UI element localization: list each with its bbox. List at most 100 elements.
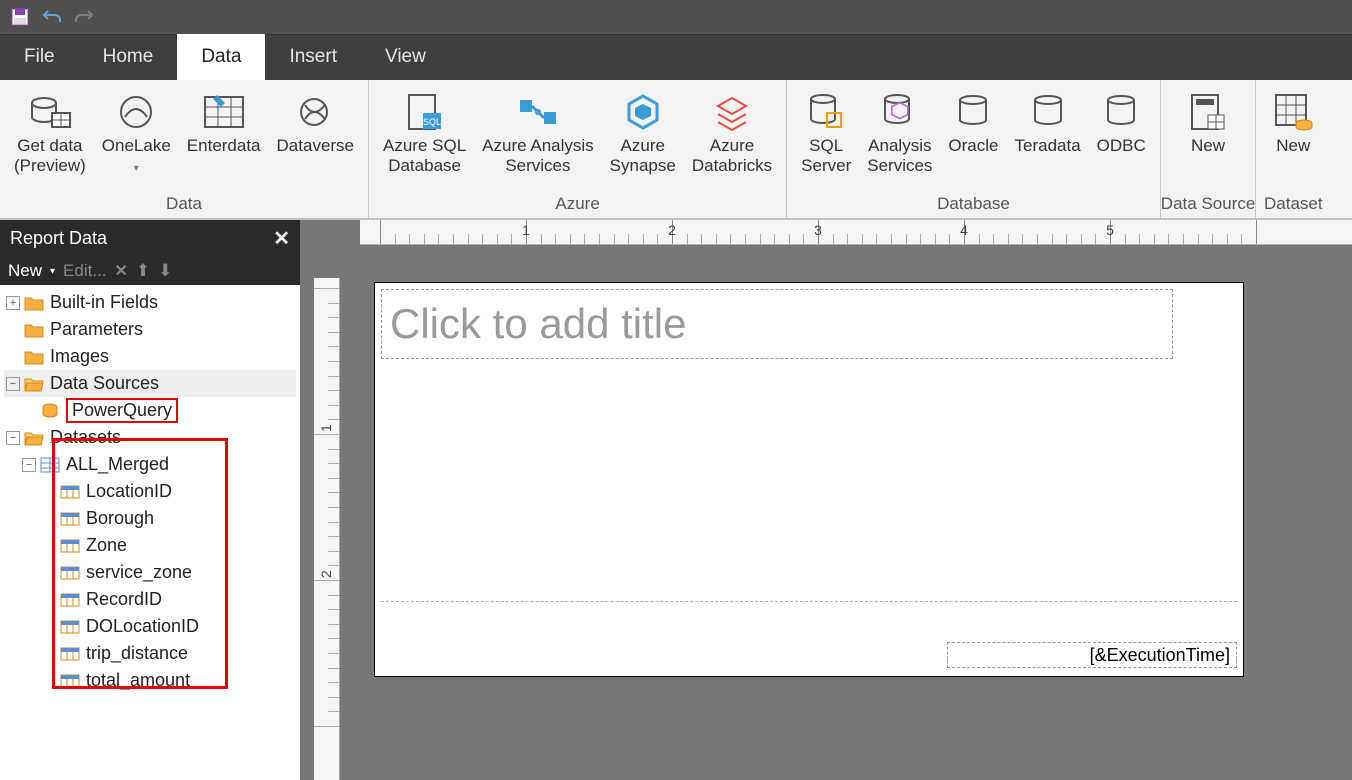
collapse-icon[interactable]: − (6, 377, 20, 391)
azure-sql-button[interactable]: SQLAzure SQLDatabase (375, 84, 474, 179)
azure-analysis-button[interactable]: Azure AnalysisServices (474, 84, 602, 179)
sql-server-button[interactable]: SQLServer (793, 84, 859, 179)
save-icon (11, 8, 29, 26)
title-textbox[interactable]: Click to add title (381, 289, 1173, 359)
save-button[interactable] (6, 3, 34, 31)
tab-home[interactable]: Home (79, 34, 178, 80)
ribbon-group-azure: SQLAzure SQLDatabase Azure AnalysisServi… (369, 80, 787, 218)
tab-file[interactable]: File (0, 34, 79, 80)
tree-field-totalamount[interactable]: total_amount (4, 667, 296, 694)
tree-field-tripdistance[interactable]: trip_distance (4, 640, 296, 667)
get-data-icon (28, 91, 72, 133)
dataset-icon (40, 457, 60, 473)
execution-time-textbox[interactable]: [&ExecutionTime] (947, 642, 1237, 668)
tree-label: ALL_Merged (66, 454, 169, 475)
teradata-button[interactable]: Teradata (1007, 84, 1089, 160)
tree-label: Parameters (50, 319, 143, 340)
tree-field-borough[interactable]: Borough (4, 505, 296, 532)
tab-data[interactable]: Data (177, 34, 265, 80)
dataverse-button[interactable]: Dataverse (269, 84, 362, 160)
oracle-l1: Oracle (948, 136, 998, 156)
sqlserver-l2: Server (801, 156, 851, 175)
azure-synapse-button[interactable]: AzureSynapse (602, 84, 684, 179)
folder-open-icon (24, 376, 44, 392)
tab-view[interactable]: View (361, 34, 450, 80)
panel-delete-button[interactable]: ✕ (115, 261, 128, 281)
collapse-icon[interactable]: − (6, 431, 20, 445)
tree-label: total_amount (86, 670, 190, 691)
tree-ds-powerquery[interactable]: PowerQuery (4, 397, 296, 424)
sqlserver-l1: SQL (809, 136, 843, 155)
onelake-button[interactable]: OneLake▾ (94, 84, 179, 179)
enterdata-label: Enterdata (187, 136, 261, 156)
azure-analysis-icon (516, 92, 560, 132)
design-surface: /* generated below */ 12345 12 Click to … (302, 220, 1352, 780)
field-icon (60, 674, 80, 688)
panel-moveup-button[interactable]: ⬆ (136, 261, 150, 281)
ribbon-group-data: Get data(Preview) OneLake▾ Enterdata Dat… (0, 80, 369, 218)
oracle-button[interactable]: Oracle (940, 84, 1006, 160)
panel-new-button[interactable]: New (8, 261, 42, 281)
tree-label: Data Sources (50, 373, 159, 394)
tree-label: DOLocationID (86, 616, 199, 637)
new-datasource-button[interactable]: New (1177, 84, 1239, 160)
enterdata-icon (203, 93, 245, 131)
tree-label: Datasets (50, 427, 121, 448)
dataverse-icon (295, 93, 335, 131)
tree-parameters[interactable]: Parameters (4, 316, 296, 343)
folder-icon (24, 349, 44, 365)
tree-field-zone[interactable]: Zone (4, 532, 296, 559)
synapse-l2: Synapse (610, 156, 676, 175)
horizontal-ruler: /* generated below */ 12345 (360, 220, 1352, 245)
get-data-button[interactable]: Get data(Preview) (6, 84, 94, 179)
tree-label: Zone (86, 535, 127, 556)
tree-field-dolocationid[interactable]: DOLocationID (4, 613, 296, 640)
undo-icon (42, 8, 62, 26)
report-page[interactable]: Click to add title [&ExecutionTime] (374, 282, 1244, 677)
quick-access-toolbar (0, 0, 1352, 34)
tree-label: trip_distance (86, 643, 188, 664)
expand-icon[interactable]: + (6, 296, 20, 310)
teradata-l1: Teradata (1015, 136, 1081, 156)
panel-edit-button[interactable]: Edit... (63, 261, 106, 281)
tree-builtin-fields[interactable]: + Built-in Fields (4, 289, 296, 316)
field-icon (60, 512, 80, 526)
tree-label: Images (50, 346, 109, 367)
panel-close-button[interactable]: ✕ (273, 226, 290, 251)
tree-images[interactable]: Images (4, 343, 296, 370)
tree-field-recordid[interactable]: RecordID (4, 586, 296, 613)
folder-icon (24, 322, 44, 338)
azure-sql-l2: Database (388, 156, 461, 175)
new-ds-l1: New (1191, 136, 1225, 156)
dataverse-label: Dataverse (277, 136, 354, 156)
azure-databricks-button[interactable]: AzureDatabricks (684, 84, 780, 179)
tree-field-servicezone[interactable]: service_zone (4, 559, 296, 586)
tree-datasets[interactable]: − Datasets (4, 424, 296, 451)
svg-text:SQL: SQL (423, 117, 441, 127)
analysis-services-icon (881, 91, 919, 133)
report-data-panel: Report Data ✕ New ▾ Edit... ✕ ⬆ ⬇ + Buil… (0, 220, 302, 780)
onelake-label: OneLake (102, 136, 171, 155)
panel-title-bar: Report Data ✕ (0, 220, 300, 257)
main-area: Report Data ✕ New ▾ Edit... ✕ ⬆ ⬇ + Buil… (0, 220, 1352, 780)
tree-label: PowerQuery (66, 398, 178, 423)
collapse-icon[interactable]: − (22, 458, 36, 472)
enterdata-button[interactable]: Enterdata (179, 84, 269, 160)
analysis-services-button[interactable]: AnalysisServices (859, 84, 940, 179)
odbc-button[interactable]: ODBC (1089, 84, 1154, 160)
new-dataset-button[interactable]: New (1262, 84, 1324, 160)
report-body[interactable] (381, 363, 1237, 602)
odbc-l1: ODBC (1097, 136, 1146, 156)
tab-insert[interactable]: Insert (265, 34, 361, 80)
tree-dset-allmerged[interactable]: − ALL_Merged (4, 451, 296, 478)
redo-button[interactable] (70, 3, 98, 31)
azure-as-l2: Services (505, 156, 570, 175)
onelake-icon (117, 93, 155, 131)
vertical-ruler: 12 (314, 278, 340, 780)
undo-button[interactable] (38, 3, 66, 31)
panel-movedown-button[interactable]: ⬇ (158, 261, 172, 281)
tree-field-locationid[interactable]: LocationID (4, 478, 296, 505)
tree-label: service_zone (86, 562, 192, 583)
report-footer: [&ExecutionTime] (381, 615, 1237, 670)
tree-datasources[interactable]: − Data Sources (4, 370, 296, 397)
